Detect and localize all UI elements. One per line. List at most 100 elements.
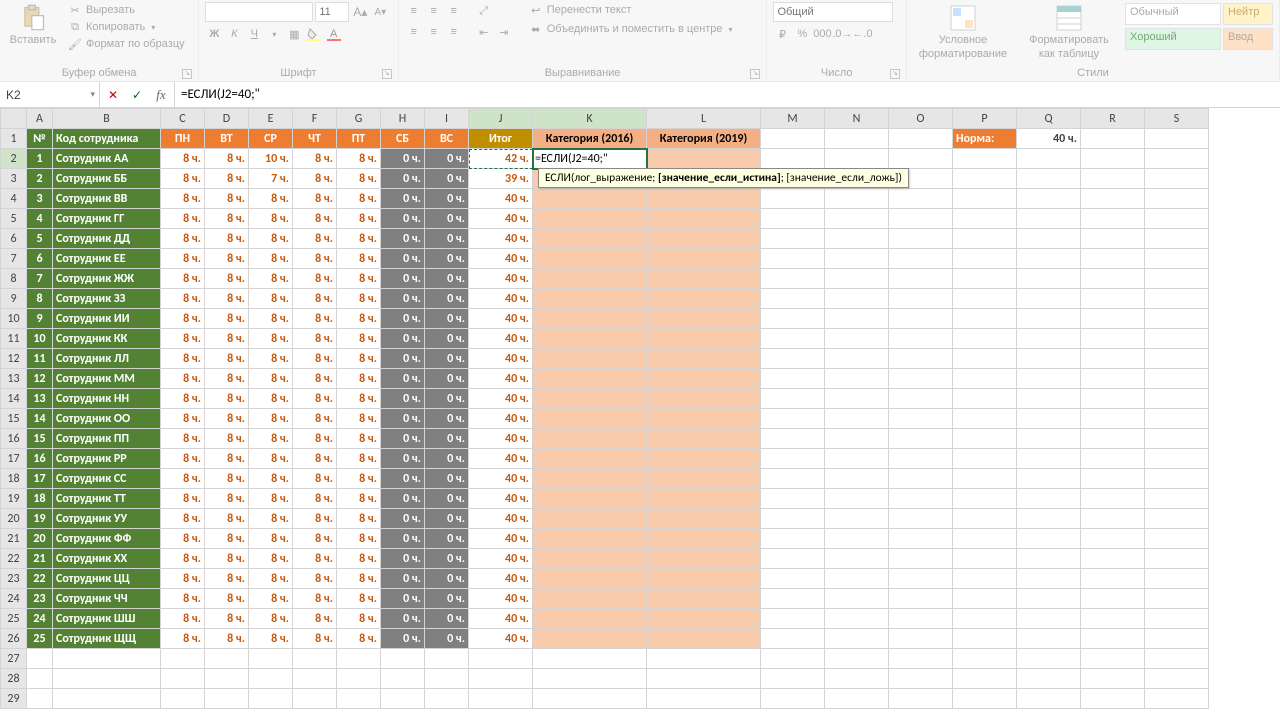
cell[interactable]: 8 ч.	[337, 529, 381, 549]
column-header[interactable]: D	[205, 109, 249, 129]
cell[interactable]: 8 ч.	[205, 209, 249, 229]
cell[interactable]	[1017, 569, 1081, 589]
cell[interactable]: 8 ч.	[161, 269, 205, 289]
cell[interactable]: 8 ч.	[293, 269, 337, 289]
cell[interactable]	[1081, 149, 1145, 169]
cell[interactable]	[647, 449, 761, 469]
cell[interactable]	[1017, 209, 1081, 229]
cell[interactable]: 40 ч.	[469, 349, 533, 369]
row-header[interactable]: 3	[1, 169, 27, 189]
row-header[interactable]: 22	[1, 549, 27, 569]
cell[interactable]	[1145, 269, 1209, 289]
cell[interactable]: 8 ч.	[293, 529, 337, 549]
cell[interactable]: 7 ч.	[249, 169, 293, 189]
cell[interactable]	[533, 329, 647, 349]
cell[interactable]: Сотрудник ЗЗ	[53, 289, 161, 309]
cell[interactable]: 0 ч.	[425, 309, 469, 329]
grow-font-icon[interactable]: A▴	[351, 3, 369, 21]
cell[interactable]: 0 ч.	[381, 629, 425, 649]
cell[interactable]: 12	[27, 369, 53, 389]
cell[interactable]	[647, 609, 761, 629]
row-header[interactable]: 18	[1, 469, 27, 489]
cell[interactable]: 20	[27, 529, 53, 549]
cell[interactable]	[761, 549, 825, 569]
cell[interactable]: 23	[27, 589, 53, 609]
percent-format-icon[interactable]: %	[793, 25, 811, 43]
cell[interactable]: 8 ч.	[161, 309, 205, 329]
format-painter-button[interactable]: 🖌 Формат по образцу	[66, 36, 187, 52]
cell[interactable]: 0 ч.	[381, 149, 425, 169]
column-header[interactable]: C	[161, 109, 205, 129]
cell[interactable]	[889, 249, 953, 269]
cell[interactable]: 40 ч.	[469, 469, 533, 489]
cell[interactable]: 40 ч.	[469, 589, 533, 609]
cell[interactable]: 0 ч.	[425, 229, 469, 249]
cell[interactable]: 40 ч.	[469, 569, 533, 589]
cell[interactable]: 8 ч.	[337, 329, 381, 349]
cell[interactable]	[1145, 229, 1209, 249]
cell[interactable]	[1145, 189, 1209, 209]
cell[interactable]	[1017, 649, 1081, 669]
column-header[interactable]: E	[249, 109, 293, 129]
cell[interactable]	[761, 289, 825, 309]
cell[interactable]	[1081, 449, 1145, 469]
cell[interactable]: 0 ч.	[425, 509, 469, 529]
cell[interactable]: 8 ч.	[205, 549, 249, 569]
cell[interactable]: 8 ч.	[337, 149, 381, 169]
cell[interactable]	[205, 669, 249, 689]
cell[interactable]: 0 ч.	[425, 469, 469, 489]
cell[interactable]: 8 ч.	[337, 369, 381, 389]
cell[interactable]: 8 ч.	[293, 349, 337, 369]
cell[interactable]	[533, 609, 647, 629]
cell[interactable]: Сотрудник ЩЩ	[53, 629, 161, 649]
cell[interactable]: 14	[27, 409, 53, 429]
cell[interactable]: 40 ч.	[469, 289, 533, 309]
cell[interactable]	[647, 689, 761, 709]
cell[interactable]	[953, 329, 1017, 349]
cell[interactable]	[953, 569, 1017, 589]
orientation-icon[interactable]: ⤢	[475, 2, 493, 20]
confirm-formula-icon[interactable]: ✓	[128, 88, 146, 102]
cell[interactable]	[761, 629, 825, 649]
cell[interactable]: 8 ч.	[249, 489, 293, 509]
cell[interactable]	[1017, 329, 1081, 349]
cell[interactable]	[825, 269, 889, 289]
column-header[interactable]: K	[533, 109, 647, 129]
cell[interactable]	[953, 349, 1017, 369]
cell[interactable]: 8 ч.	[293, 549, 337, 569]
cell[interactable]: 0 ч.	[381, 349, 425, 369]
cell[interactable]: Категория (2016)	[533, 129, 647, 149]
cell[interactable]: 0 ч.	[381, 489, 425, 509]
row-header[interactable]: 9	[1, 289, 27, 309]
cell[interactable]: 40 ч.	[469, 429, 533, 449]
cell[interactable]: 0 ч.	[381, 449, 425, 469]
column-header[interactable]: G	[337, 109, 381, 129]
cell[interactable]: 8 ч.	[205, 349, 249, 369]
decrease-indent-icon[interactable]: ⇤	[475, 23, 493, 41]
cell[interactable]	[1017, 149, 1081, 169]
cell[interactable]	[1017, 489, 1081, 509]
cell[interactable]: 6	[27, 249, 53, 269]
column-header[interactable]: F	[293, 109, 337, 129]
cell[interactable]	[533, 649, 647, 669]
cell[interactable]: 0 ч.	[425, 249, 469, 269]
align-center-icon[interactable]: ≡	[425, 23, 443, 41]
cell[interactable]	[1081, 349, 1145, 369]
cell[interactable]: 0 ч.	[425, 629, 469, 649]
cell[interactable]: 8 ч.	[161, 469, 205, 489]
cell[interactable]: 8 ч.	[205, 289, 249, 309]
cell[interactable]	[953, 389, 1017, 409]
cell[interactable]: 8 ч.	[249, 449, 293, 469]
cell[interactable]	[761, 669, 825, 689]
cell[interactable]: 8 ч.	[161, 349, 205, 369]
paste-button[interactable]: Вставить	[6, 2, 60, 46]
cell[interactable]	[889, 609, 953, 629]
cell[interactable]	[249, 689, 293, 709]
cell[interactable]	[647, 149, 761, 169]
cell[interactable]	[953, 209, 1017, 229]
cell-style-neutral[interactable]: Нейтр	[1223, 3, 1273, 25]
cell[interactable]	[1145, 409, 1209, 429]
cell[interactable]	[761, 189, 825, 209]
cell[interactable]	[1145, 649, 1209, 669]
row-header[interactable]: 2	[1, 149, 27, 169]
